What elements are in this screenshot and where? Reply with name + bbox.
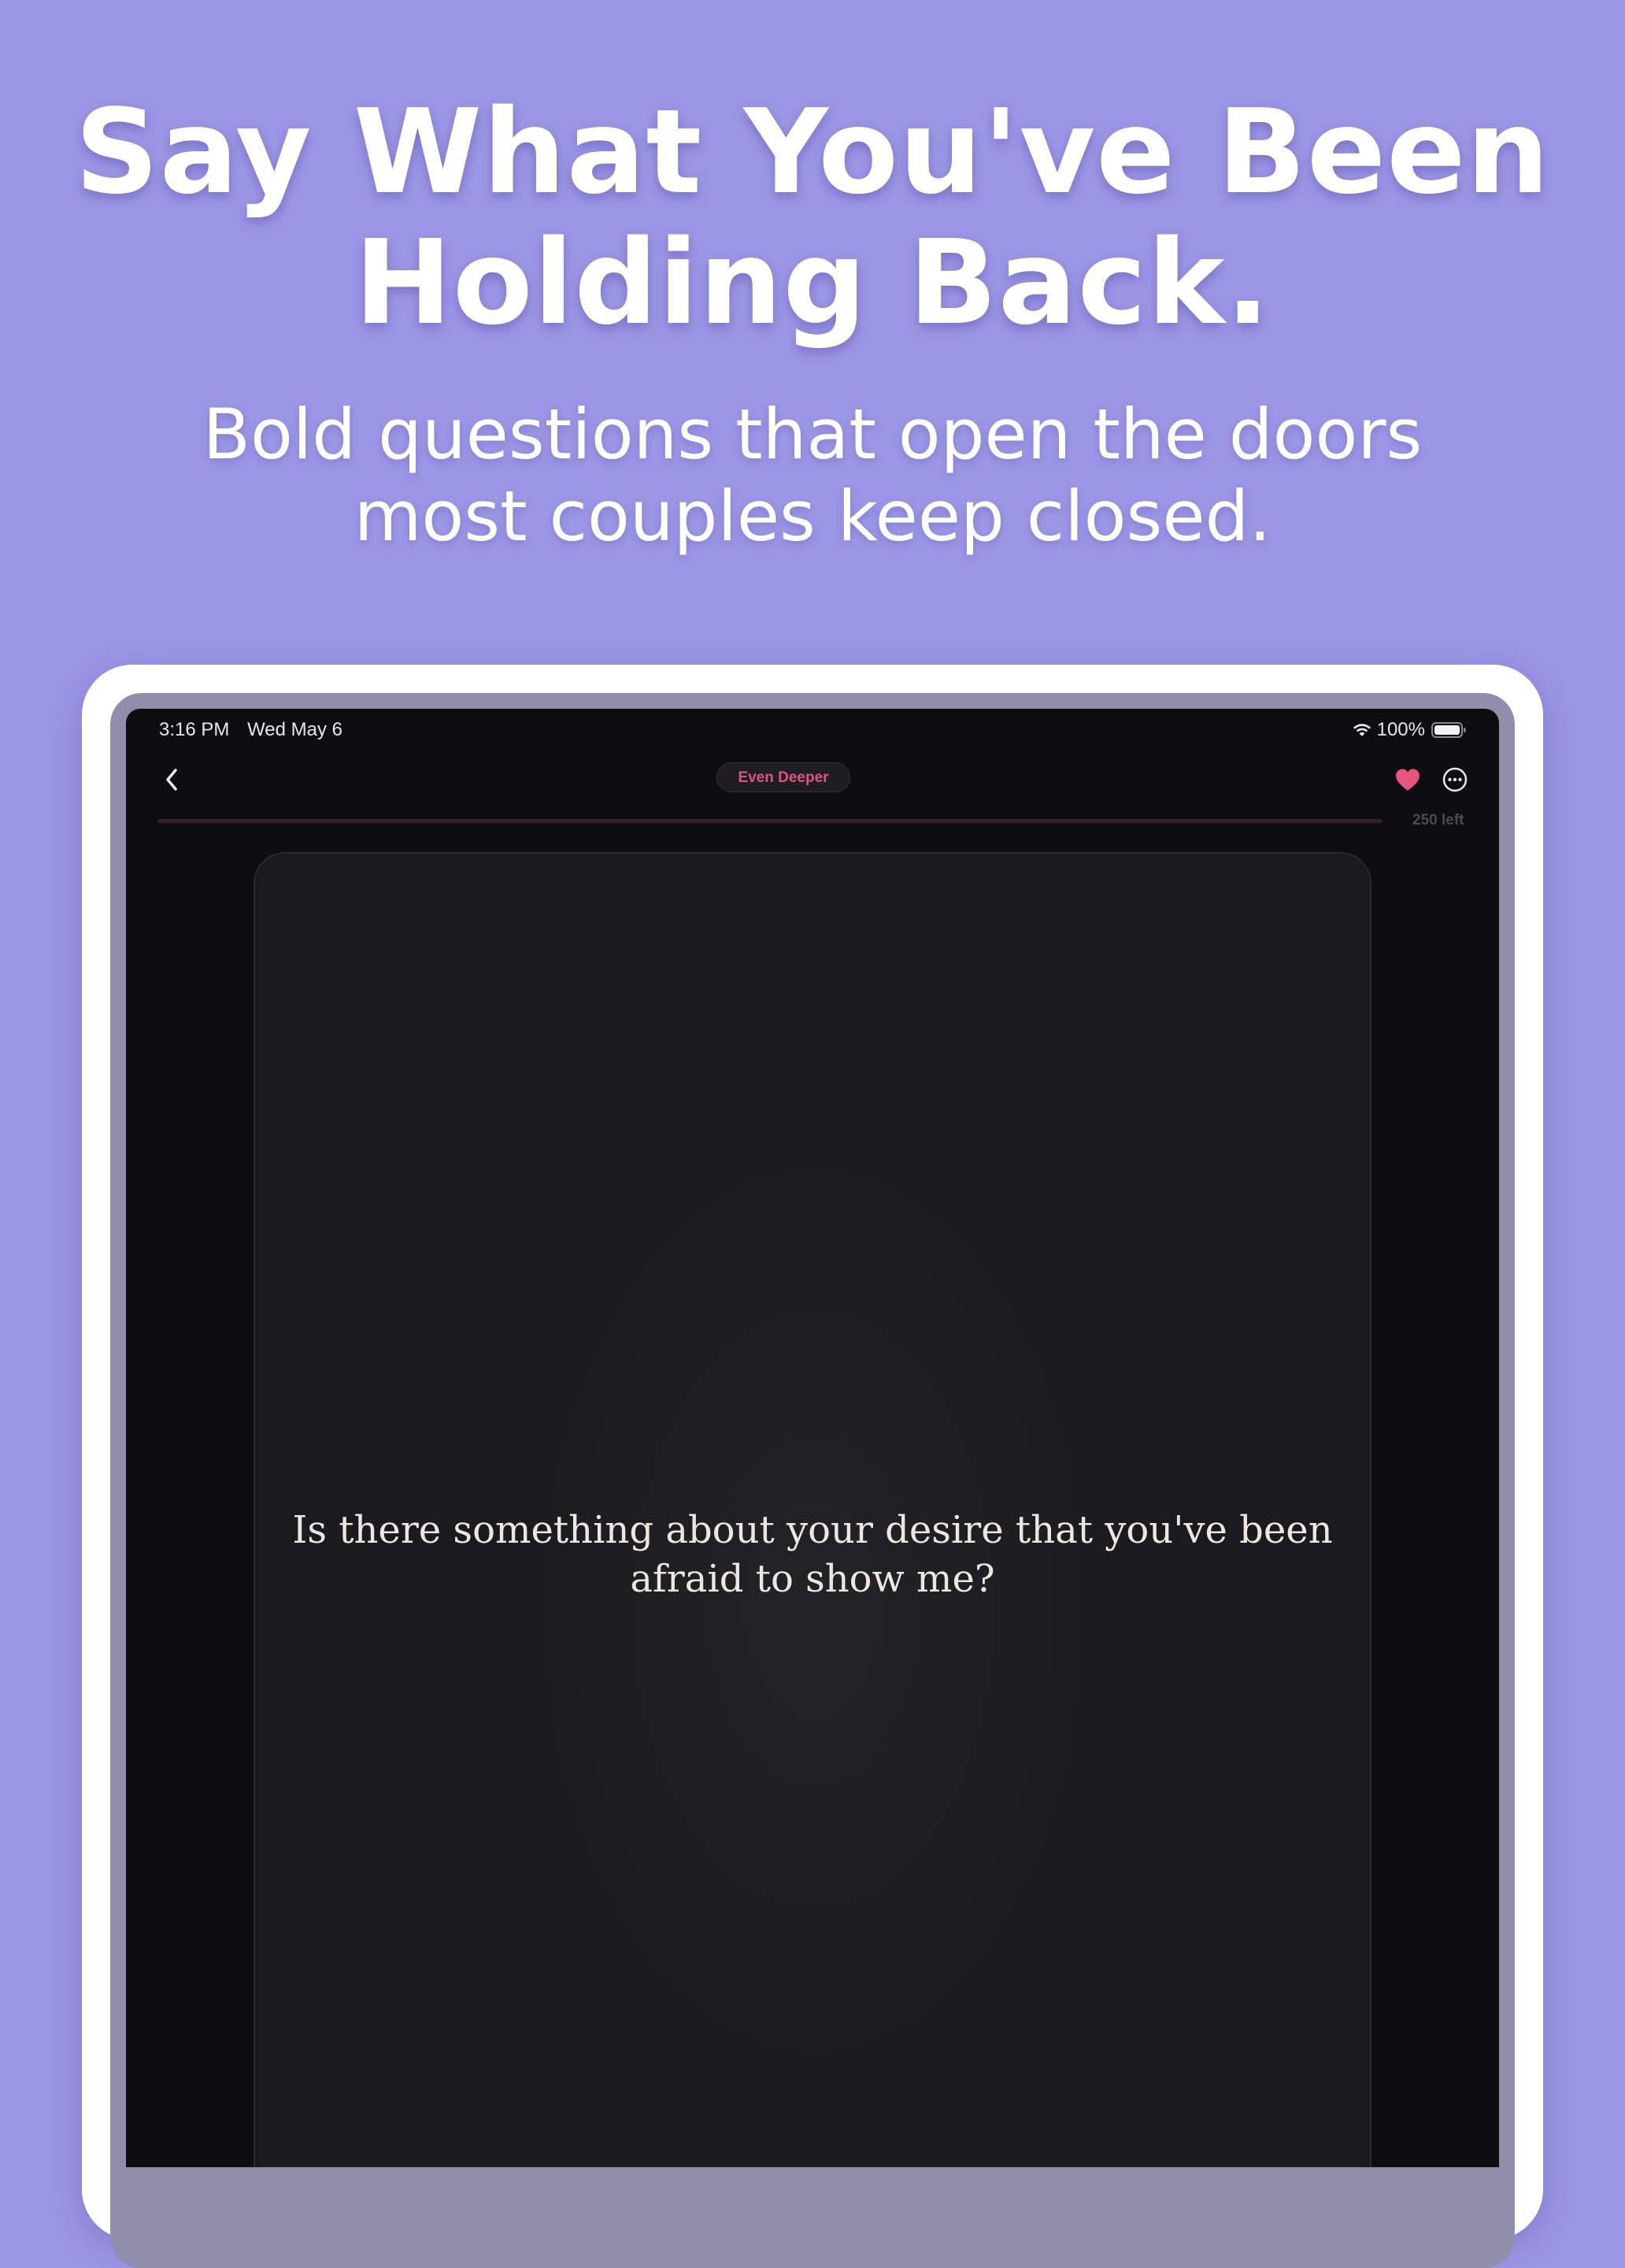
progress-bar	[157, 819, 1383, 823]
question-text: Is there something about your desire tha…	[292, 1508, 1333, 1601]
battery-percent: 100%	[1376, 719, 1425, 740]
favorite-button[interactable]	[1392, 764, 1423, 795]
status-date: Wed May 6	[247, 719, 342, 740]
headline-line-1: Say What You've Been	[75, 84, 1550, 220]
ellipsis-circle-icon	[1442, 767, 1468, 792]
remaining-count: 250 left	[1412, 812, 1464, 828]
question-card[interactable]: Is there something about your desire tha…	[254, 852, 1371, 2167]
marketing-subheadline: Bold questions that open the doors most …	[0, 394, 1625, 558]
chevron-left-icon	[166, 769, 177, 791]
battery-icon	[1431, 722, 1466, 738]
app-screen: 3:16 PM Wed May 6 100% Even Deeper 250 l…	[126, 709, 1499, 2167]
status-bar-right: 100%	[1352, 718, 1466, 742]
headline-line-2: Holding Back.	[354, 215, 1271, 350]
subhead-line-2: most couples keep closed.	[354, 476, 1271, 557]
status-time: 3:16 PM	[159, 719, 230, 740]
category-badge: Even Deeper	[716, 762, 850, 792]
card-glow	[476, 1058, 1153, 2161]
more-options-button[interactable]	[1439, 764, 1471, 795]
subhead-line-1: Bold questions that open the doors	[202, 394, 1423, 475]
heart-icon	[1396, 769, 1420, 791]
wifi-icon	[1353, 724, 1371, 736]
status-bar-left: 3:16 PM Wed May 6	[159, 718, 355, 742]
marketing-headline: Say What You've Been Holding Back.	[0, 87, 1625, 348]
back-button[interactable]	[156, 762, 187, 797]
